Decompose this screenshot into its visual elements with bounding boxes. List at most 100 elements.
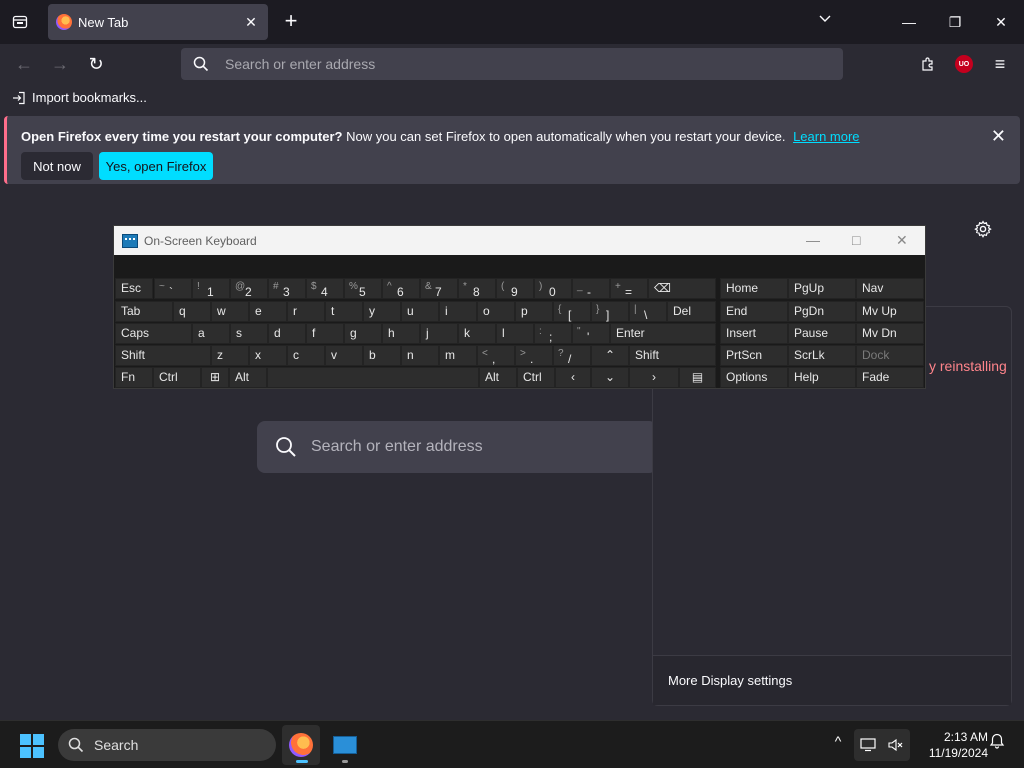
- show-hidden-icons-button[interactable]: ^: [826, 733, 850, 757]
- system-tray-quick-settings[interactable]: [854, 729, 910, 761]
- key-ctrl-right[interactable]: Ctrl: [517, 367, 555, 388]
- key-scrlk[interactable]: ScrLk: [788, 345, 856, 366]
- key-=[interactable]: + =: [610, 278, 648, 299]
- close-tab-icon[interactable]: ✕: [242, 14, 260, 31]
- key-1[interactable]: ! 1: [192, 278, 230, 299]
- key-y[interactable]: y: [363, 301, 401, 322]
- ublock-origin-button[interactable]: UO: [950, 50, 978, 78]
- key-shift-left[interactable]: Shift: [115, 345, 211, 366]
- key-m[interactable]: m: [439, 345, 477, 366]
- key-n[interactable]: n: [401, 345, 439, 366]
- key-pause[interactable]: Pause: [788, 323, 856, 344]
- app-menu-button[interactable]: ≡: [986, 50, 1014, 78]
- key-z[interactable]: z: [211, 345, 249, 366]
- key-ctrl-left[interactable]: Ctrl: [153, 367, 201, 388]
- key-0[interactable]: ) 0: [534, 278, 572, 299]
- key-bracket-0[interactable]: {[: [553, 301, 591, 322]
- personalize-new-tab-button[interactable]: [972, 220, 994, 242]
- key-alt-left[interactable]: Alt: [229, 367, 267, 388]
- key-options[interactable]: Options: [720, 367, 788, 388]
- key-f[interactable]: f: [306, 323, 344, 344]
- key-l[interactable]: l: [496, 323, 534, 344]
- reload-button[interactable]: ↻: [82, 52, 110, 76]
- yes-open-firefox-button[interactable]: Yes, open Firefox: [99, 152, 213, 180]
- learn-more-link[interactable]: Learn more: [793, 129, 859, 144]
- url-input[interactable]: [225, 56, 785, 72]
- key-5[interactable]: % 5: [344, 278, 382, 299]
- key-t[interactable]: t: [325, 301, 363, 322]
- key-6[interactable]: ^ 6: [382, 278, 420, 299]
- minimize-button[interactable]: —: [886, 6, 932, 38]
- key-c[interactable]: c: [287, 345, 325, 366]
- key-bracket-2[interactable]: | \: [629, 301, 667, 322]
- key-r[interactable]: r: [287, 301, 325, 322]
- key-d[interactable]: d: [268, 323, 306, 344]
- more-display-settings-link[interactable]: More Display settings: [653, 655, 1011, 705]
- osk-close-button[interactable]: ✕: [896, 232, 908, 249]
- key-insert[interactable]: Insert: [720, 323, 788, 344]
- key-9[interactable]: (9: [496, 278, 534, 299]
- key-2[interactable]: @2: [230, 278, 268, 299]
- close-notification-icon[interactable]: ✕: [991, 126, 1006, 147]
- not-now-button[interactable]: Not now: [21, 152, 93, 180]
- import-bookmarks-button[interactable]: Import bookmarks...: [12, 90, 147, 105]
- osk-titlebar[interactable]: On-Screen Keyboard — □ ✕: [114, 226, 925, 255]
- key-e[interactable]: e: [249, 301, 287, 322]
- key-end[interactable]: End: [720, 301, 788, 322]
- key-down[interactable]: ⌄: [591, 367, 629, 388]
- key-3[interactable]: #3: [268, 278, 306, 299]
- key-p[interactable]: p: [515, 301, 553, 322]
- key-a[interactable]: a: [192, 323, 230, 344]
- key-x[interactable]: x: [249, 345, 287, 366]
- key-`[interactable]: ~ `: [154, 278, 192, 299]
- key-punct-r4-1[interactable]: >.: [515, 345, 553, 366]
- key-v[interactable]: v: [325, 345, 363, 366]
- key-7[interactable]: & 7: [420, 278, 458, 299]
- key-menu[interactable]: ▤: [679, 367, 716, 388]
- key-h[interactable]: h: [382, 323, 420, 344]
- key-tab[interactable]: Tab: [115, 301, 173, 322]
- restore-button[interactable]: ❐: [932, 6, 978, 38]
- start-button[interactable]: [20, 734, 44, 758]
- back-button[interactable]: ←: [10, 52, 38, 76]
- key-del[interactable]: Del: [667, 301, 716, 322]
- key-esc[interactable]: Esc: [115, 278, 153, 299]
- taskbar-on-screen-keyboard[interactable]: [328, 725, 362, 765]
- key-i[interactable]: i: [439, 301, 477, 322]
- taskbar-firefox[interactable]: [282, 725, 320, 765]
- key-prtscn[interactable]: PrtScn: [720, 345, 788, 366]
- key-fade[interactable]: Fade: [856, 367, 924, 388]
- key-backspace[interactable]: ⌫: [648, 278, 716, 299]
- key-dock[interactable]: Dock: [856, 345, 924, 366]
- key-q[interactable]: q: [173, 301, 211, 322]
- notification-center-button[interactable]: [986, 733, 1008, 755]
- key--[interactable]: _ -: [572, 278, 610, 299]
- key-4[interactable]: $4: [306, 278, 344, 299]
- new-tab-button[interactable]: +: [280, 10, 302, 34]
- key-pgdn[interactable]: PgDn: [788, 301, 856, 322]
- key-enter[interactable]: Enter: [610, 323, 716, 344]
- key-mv-dn[interactable]: Mv Dn: [856, 323, 924, 344]
- osk-minimize-button[interactable]: —: [806, 232, 820, 248]
- key-8[interactable]: * 8: [458, 278, 496, 299]
- key-g[interactable]: g: [344, 323, 382, 344]
- key-j[interactable]: j: [420, 323, 458, 344]
- clock[interactable]: 2:13 AM 11/19/2024: [912, 729, 988, 761]
- key-up[interactable]: ⌃: [591, 345, 629, 366]
- key-space[interactable]: [267, 367, 479, 388]
- extensions-button[interactable]: [914, 50, 942, 78]
- url-bar[interactable]: [181, 48, 843, 80]
- key-nav[interactable]: Nav: [856, 278, 924, 299]
- key-mv-up[interactable]: Mv Up: [856, 301, 924, 322]
- key-left[interactable]: ‹: [555, 367, 591, 388]
- taskbar-search[interactable]: Search: [58, 729, 276, 761]
- key-punct-r4-2[interactable]: ? /: [553, 345, 591, 366]
- close-window-button[interactable]: ✕: [978, 6, 1024, 38]
- osk-maximize-button[interactable]: □: [852, 232, 860, 248]
- key-home[interactable]: Home: [720, 278, 788, 299]
- key-u[interactable]: u: [401, 301, 439, 322]
- key-punct-0[interactable]: :;: [534, 323, 572, 344]
- key-k[interactable]: k: [458, 323, 496, 344]
- key-shift-right[interactable]: Shift: [629, 345, 716, 366]
- key-o[interactable]: o: [477, 301, 515, 322]
